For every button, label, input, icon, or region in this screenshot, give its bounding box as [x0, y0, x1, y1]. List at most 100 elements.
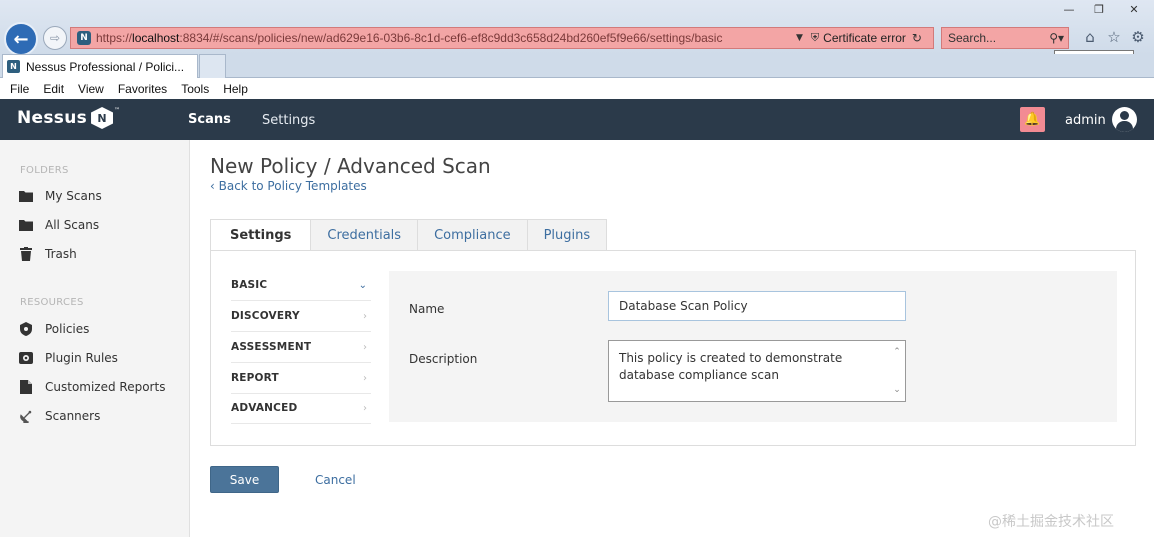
- sidebar-item-my-scans[interactable]: My Scans: [19, 187, 102, 205]
- category-label: BASIC: [231, 279, 268, 291]
- url-text[interactable]: https://localhost:8834/#/scans/policies/…: [96, 31, 786, 45]
- nav-scans[interactable]: Scans: [188, 112, 231, 127]
- menu-favorites[interactable]: Favorites: [118, 82, 167, 96]
- close-window-button[interactable]: ✕: [1114, 0, 1154, 18]
- category-discovery[interactable]: DISCOVERY ›: [231, 301, 371, 332]
- chevron-left-icon: ‹: [210, 179, 219, 193]
- gear-icon[interactable]: ⚙: [1129, 28, 1147, 46]
- sidebar-item-label: Plugin Rules: [45, 351, 118, 365]
- chevron-right-icon: ›: [363, 402, 367, 414]
- sidebar-item-plugin-rules[interactable]: Plugin Rules: [19, 349, 118, 367]
- category-label: DISCOVERY: [231, 310, 300, 322]
- sidebar-item-trash[interactable]: Trash: [19, 245, 77, 263]
- save-button[interactable]: Save: [210, 466, 279, 493]
- sidebar-item-scanners[interactable]: Scanners: [19, 407, 100, 425]
- address-dropdown-icon[interactable]: ▼: [796, 33, 803, 43]
- browser-tab-bar: N Nessus Professional / Polici...: [0, 54, 1154, 78]
- resources-heading: RESOURCES: [20, 297, 84, 308]
- app-header: Nessus N ™ Scans Settings 🔔 admin: [0, 99, 1154, 140]
- sidebar-item-customized-reports[interactable]: Customized Reports: [19, 378, 165, 396]
- satellite-icon: [19, 409, 33, 423]
- back-button[interactable]: ←: [4, 22, 38, 56]
- description-scrollbar[interactable]: ⌃ ⌄: [889, 341, 905, 401]
- menu-view[interactable]: View: [78, 82, 104, 96]
- window-controls: — ❐ ✕: [1054, 0, 1154, 18]
- shield-icon: [19, 322, 33, 336]
- tab-compliance[interactable]: Compliance: [418, 219, 528, 251]
- star-icon[interactable]: ☆: [1105, 28, 1123, 46]
- sidebar-item-policies[interactable]: Policies: [19, 320, 89, 338]
- trash-icon: [19, 247, 33, 261]
- policy-tabs: Settings Credentials Compliance Plugins: [210, 219, 608, 251]
- back-link-label: Back to Policy Templates: [218, 179, 367, 193]
- forward-button[interactable]: ⇨: [43, 26, 67, 50]
- user-name[interactable]: admin: [1065, 113, 1106, 128]
- certificate-error-label[interactable]: Certificate error: [823, 31, 906, 45]
- logo-badge-icon: N: [91, 107, 114, 129]
- refresh-icon[interactable]: ↻: [912, 31, 922, 45]
- browser-toolbar-icons: ⌂ ☆ ⚙: [1081, 28, 1147, 46]
- tab-credentials[interactable]: Credentials: [311, 219, 419, 251]
- description-field[interactable]: This policy is created to demonstrate da…: [608, 340, 906, 402]
- chevron-right-icon: ›: [363, 372, 367, 384]
- scroll-up-icon[interactable]: ⌃: [889, 345, 905, 359]
- trademark-icon: ™: [114, 107, 121, 114]
- sidebar: FOLDERS My Scans All Scans Trash RESOURC…: [0, 140, 190, 537]
- browser-search-box[interactable]: Search... ⚲▾: [941, 27, 1069, 49]
- minimize-button[interactable]: —: [1054, 0, 1084, 18]
- category-basic[interactable]: BASIC ⌄: [231, 270, 371, 301]
- description-label: Description: [409, 352, 478, 366]
- category-advanced[interactable]: ADVANCED ›: [231, 393, 371, 424]
- tab-favicon-icon: N: [7, 60, 20, 73]
- notifications-button[interactable]: 🔔: [1020, 107, 1045, 132]
- url-prefix: https://: [96, 31, 133, 45]
- home-icon[interactable]: ⌂: [1081, 28, 1099, 46]
- tab-plugins[interactable]: Plugins: [527, 219, 608, 251]
- folder-icon: [19, 218, 33, 232]
- sidebar-item-label: Trash: [45, 247, 77, 261]
- category-label: ADVANCED: [231, 402, 298, 414]
- logo-text: Nessus: [17, 108, 88, 128]
- search-icon[interactable]: ⚲▾: [1049, 31, 1064, 45]
- browser-search-placeholder: Search...: [948, 31, 997, 45]
- menu-edit[interactable]: Edit: [43, 82, 64, 96]
- name-label: Name: [409, 302, 445, 316]
- sidebar-item-label: Scanners: [45, 409, 101, 423]
- user-avatar-icon[interactable]: [1112, 107, 1137, 132]
- menu-help[interactable]: Help: [223, 82, 248, 96]
- address-bar[interactable]: N https://localhost:8834/#/scans/policie…: [70, 27, 934, 49]
- browser-tab-title: Nessus Professional / Polici...: [26, 59, 185, 74]
- nessus-logo[interactable]: Nessus N ™: [17, 107, 120, 129]
- menu-tools[interactable]: Tools: [181, 82, 209, 96]
- name-field[interactable]: [608, 291, 906, 321]
- scroll-down-icon[interactable]: ⌄: [889, 383, 905, 397]
- sidebar-item-label: My Scans: [45, 189, 102, 203]
- site-favicon-icon: N: [77, 31, 91, 45]
- category-label: ASSESSMENT: [231, 341, 312, 353]
- nav-settings[interactable]: Settings: [262, 113, 315, 128]
- certificate-warning-icon[interactable]: ⛨: [811, 31, 819, 45]
- tab-settings[interactable]: Settings: [210, 219, 312, 251]
- sidebar-item-label: All Scans: [45, 218, 100, 232]
- sidebar-item-all-scans[interactable]: All Scans: [19, 216, 99, 234]
- menu-file[interactable]: File: [10, 82, 29, 96]
- chevron-right-icon: ›: [363, 341, 367, 353]
- browser-tab[interactable]: N Nessus Professional / Polici...: [2, 54, 198, 78]
- browser-menu-bar: File Edit View Favorites Tools Help: [0, 79, 1154, 99]
- category-report[interactable]: REPORT ›: [231, 363, 371, 394]
- arrow-right-icon: ⇨: [49, 31, 61, 45]
- cancel-button[interactable]: Cancel: [315, 473, 356, 487]
- bell-icon: 🔔: [1024, 112, 1041, 127]
- url-rest: :8834/#/scans/policies/new/ad629e16-03b6…: [179, 31, 723, 45]
- chevron-down-icon: ⌄: [358, 279, 367, 291]
- restore-button[interactable]: ❐: [1084, 0, 1114, 18]
- url-host: localhost: [132, 31, 180, 45]
- category-label: REPORT: [231, 372, 279, 384]
- sidebar-item-label: Customized Reports: [45, 380, 166, 394]
- avatar-head: [1120, 111, 1129, 120]
- watermark: @稀土掘金技术社区: [988, 514, 1114, 530]
- back-to-templates-link[interactable]: ‹ Back to Policy Templates: [210, 179, 367, 193]
- new-tab-button[interactable]: [199, 54, 226, 78]
- category-assessment[interactable]: ASSESSMENT ›: [231, 332, 371, 363]
- folder-icon: [19, 189, 33, 203]
